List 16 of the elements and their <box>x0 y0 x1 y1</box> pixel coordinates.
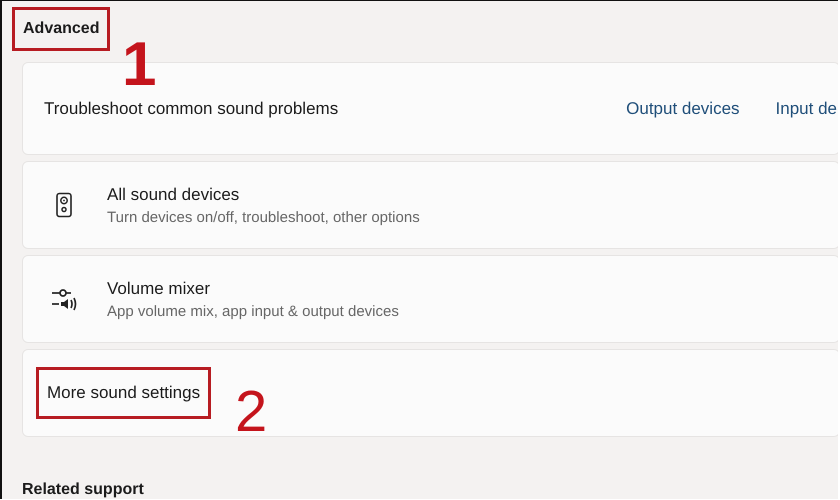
row-title: Volume mixer <box>107 278 211 298</box>
settings-row[interactable]: Volume mixer App volume mix, app input & output devices <box>22 255 838 343</box>
row-subtitle: Turn devices on/off, troubleshoot, other options <box>107 208 420 226</box>
settings-row[interactable]: More sound settings 2 <box>22 349 838 437</box>
device-link[interactable]: Input de <box>776 98 837 118</box>
device-link[interactable]: Output devices <box>626 98 740 118</box>
row-subtitle: App volume mix, app input & output devices <box>107 302 399 320</box>
troubleshoot-label: Troubleshoot common sound problems <box>44 98 338 118</box>
section-title: Related support <box>22 481 145 499</box>
row-title: More sound settings <box>36 367 212 419</box>
annotation-number: 1 <box>122 34 156 96</box>
row-title: All sound devices <box>107 184 240 204</box>
mixer-icon <box>51 287 77 311</box>
section-title: Advanced <box>12 6 110 50</box>
settings-row[interactable]: All sound devices Turn devices on/off, troubleshoot, other options <box>22 161 838 249</box>
annotation-number: 2 <box>235 388 268 436</box>
